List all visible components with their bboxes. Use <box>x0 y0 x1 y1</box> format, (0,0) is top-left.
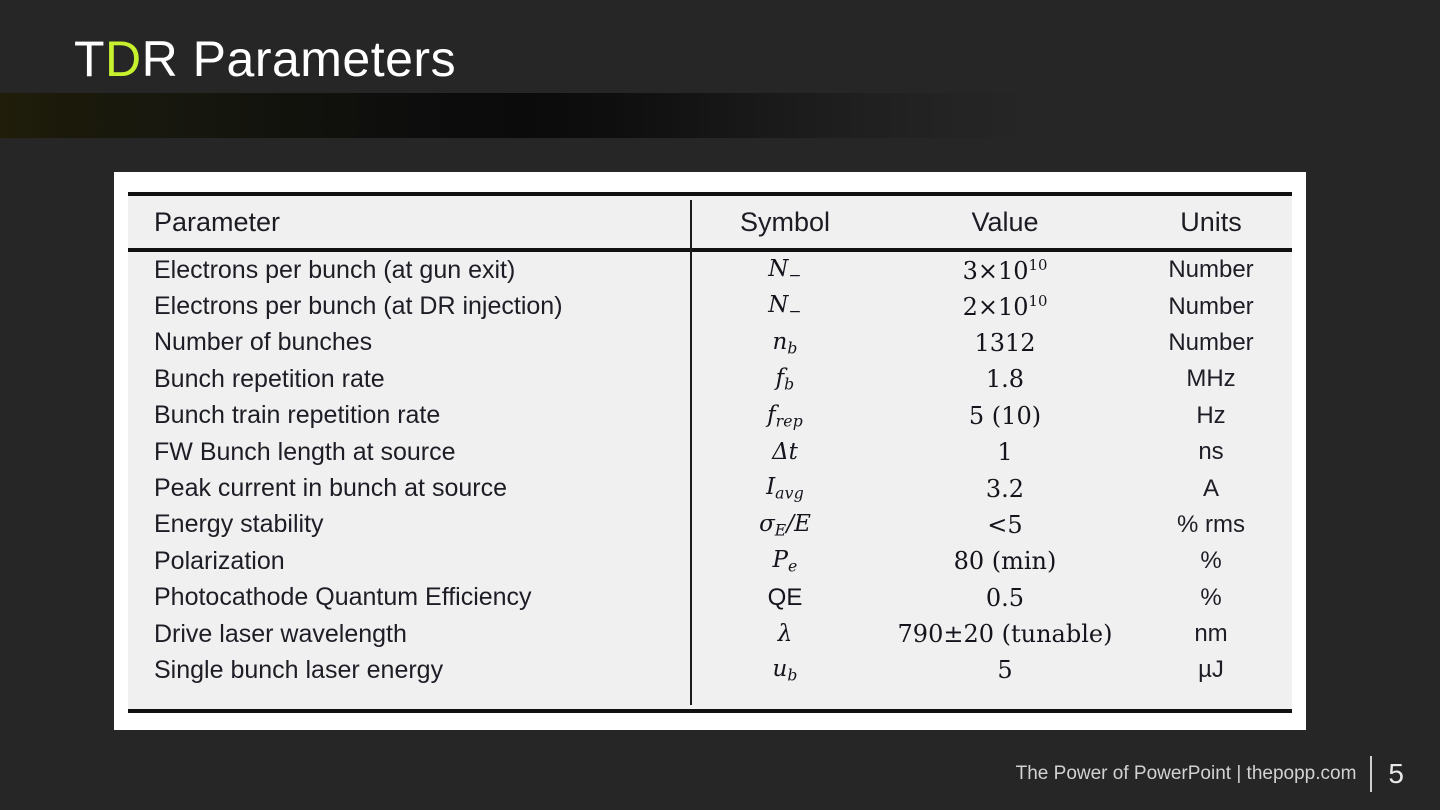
table-row: Electrons per bunch (at gun exit) N− 3×101… <box>128 252 1292 288</box>
cell-parameter: Electrons per bunch (at DR injection) <box>154 292 563 321</box>
cell-value: 5 <box>997 656 1013 685</box>
cell-units: Number <box>1168 328 1254 356</box>
cell-symbol: N− <box>768 256 802 285</box>
table-bottom-rule <box>128 709 1292 713</box>
cell-units: % <box>1200 547 1222 575</box>
column-header-symbol: Symbol <box>739 206 831 237</box>
cell-value: 3.2 <box>985 474 1025 503</box>
column-header-parameter: Parameter <box>154 206 281 237</box>
column-header-value: Value <box>971 206 1039 237</box>
cell-symbol: Iavg <box>766 474 804 503</box>
cell-parameter: Peak current in bunch at source <box>154 474 507 503</box>
cell-symbol: Δt <box>772 439 798 466</box>
cell-value: 5 (10) <box>968 401 1042 430</box>
cell-units: µJ <box>1198 656 1224 684</box>
table-row: Drive laser wavelength λ 790±20 (tunable) n… <box>128 616 1292 652</box>
cell-symbol: λ <box>777 621 793 648</box>
cell-units: MHz <box>1186 365 1236 393</box>
cell-parameter: Number of bunches <box>154 328 373 357</box>
table-header-row: Parameter Symbol Value Units <box>128 196 1292 248</box>
cell-parameter: Photocathode Quantum Efficiency <box>154 583 532 612</box>
table-row: Photocathode Quantum Efficiency QE 0.5% <box>128 580 1292 616</box>
table-body: Electrons per bunch (at gun exit) N− 3×101… <box>128 252 1292 689</box>
cell-parameter: FW Bunch length at source <box>154 437 456 466</box>
cell-value: 1.8 <box>985 365 1025 394</box>
cell-units: A <box>1202 474 1219 502</box>
cell-units: ns <box>1198 438 1224 466</box>
cell-value: 1 <box>997 438 1013 467</box>
table-row: FW Bunch length at source Δt 1 ns <box>128 434 1292 470</box>
cell-symbol: QE <box>767 583 803 611</box>
cell-parameter: Electrons per bunch (at gun exit) <box>154 255 516 284</box>
cell-value: 80 (min) <box>953 547 1057 576</box>
slide-footer: The Power of PowerPoint | thepopp.com 5 <box>1016 752 1404 796</box>
table-row: Peak current in bunch at source Iavg 3.2 A <box>128 470 1292 506</box>
cell-symbol: fb <box>775 365 795 394</box>
column-header-units: Units <box>1180 206 1242 237</box>
cell-value: 790±20 (tunable) <box>897 620 1113 649</box>
slide-number: 5 <box>1388 758 1404 789</box>
footer-credit: The Power of PowerPoint | thepopp.com <box>1015 763 1357 784</box>
cell-parameter: Drive laser wavelength <box>154 619 407 648</box>
cell-value: <5 <box>987 510 1023 539</box>
table-row: Number of bunches nb 1312 Number <box>128 325 1292 361</box>
cell-units: nm <box>1194 620 1228 648</box>
cell-units: % <box>1200 583 1222 611</box>
table-row: Bunch train repetition rate frep 5 (10) Hz <box>128 398 1292 434</box>
page-title: TDR Parameters <box>74 34 456 84</box>
cell-value: 2×1010 <box>962 291 1048 322</box>
table-card: Parameter Symbol Value Units Electrons p… <box>114 172 1306 730</box>
cell-value: 3×1010 <box>962 255 1048 285</box>
parameters-table: Parameter Symbol Value Units Electrons p… <box>128 192 1292 713</box>
title-decorative-band <box>0 93 1046 138</box>
table-row: Electrons per bunch (at DR injection) N− 2… <box>128 288 1292 324</box>
table-row: Energy stability σE/E <5 % rms <box>128 507 1292 543</box>
title-block: TDR Parameters <box>74 26 456 92</box>
cell-units: Hz <box>1196 401 1226 429</box>
cell-units: % rms <box>1177 510 1245 538</box>
cell-parameter: Bunch repetition rate <box>154 364 385 393</box>
cell-symbol: frep <box>767 401 803 430</box>
cell-parameter: Polarization <box>154 546 285 575</box>
cell-units: Number <box>1168 292 1254 320</box>
title-suffix: R Parameters <box>141 31 457 87</box>
cell-parameter: Single bunch laser energy <box>154 655 444 684</box>
table-row: Single bunch laser energy ub 5 µJ <box>128 652 1292 688</box>
slide-canvas: TDR Parameters Parameter Symbol Value Un… <box>0 0 1440 810</box>
cell-value: 1312 <box>974 328 1036 357</box>
title-accent-letter: D <box>105 31 142 87</box>
cell-parameter: Bunch train repetition rate <box>154 401 441 430</box>
cell-parameter: Energy stability <box>154 510 324 539</box>
cell-units: Number <box>1168 256 1254 284</box>
cell-symbol: nb <box>772 328 798 358</box>
cell-symbol: N− <box>768 292 802 321</box>
cell-symbol: Pe <box>772 547 798 576</box>
cell-value: 0.5 <box>985 583 1025 612</box>
cell-symbol: ub <box>772 656 798 685</box>
title-prefix: T <box>74 31 106 87</box>
cell-symbol: σE/E <box>759 510 811 540</box>
table-row: Bunch repetition rate fb 1.8 MHz <box>128 361 1292 397</box>
table-row: Polarization Pe 80 (min)% <box>128 543 1292 579</box>
